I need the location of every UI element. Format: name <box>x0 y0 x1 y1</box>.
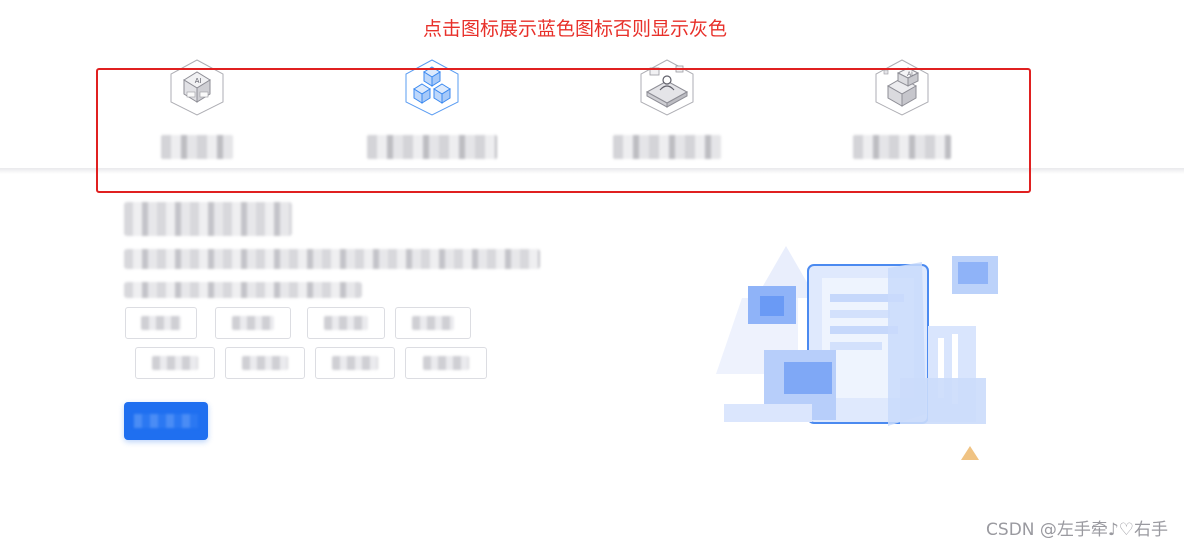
tag-item[interactable] <box>315 347 395 379</box>
tag-label <box>242 356 288 370</box>
page: 点击图标展示蓝色图标否则显示灰色 AI AI CSDN @左手牵♪♡右手 <box>0 0 1184 549</box>
tag-item[interactable] <box>225 347 305 379</box>
highlight-annotation-box <box>96 68 1031 193</box>
tag-item[interactable] <box>395 307 471 339</box>
tag-item[interactable] <box>405 347 487 379</box>
tag-item[interactable] <box>135 347 215 379</box>
content-description-line1 <box>124 249 540 269</box>
content-description-line2 <box>124 282 362 298</box>
watermark: CSDN @左手牵♪♡右手 <box>986 520 1168 540</box>
cta-button[interactable] <box>124 402 208 440</box>
tag-label <box>152 356 198 370</box>
tag-item[interactable] <box>125 307 197 339</box>
annotation-text: 点击图标展示蓝色图标否则显示灰色 <box>422 18 727 40</box>
tag-label <box>422 356 470 370</box>
tag-item[interactable] <box>215 307 291 339</box>
tag-label <box>231 316 275 330</box>
tag-label <box>323 316 369 330</box>
tag-label <box>411 316 455 330</box>
tag-label <box>140 316 182 330</box>
tag-item[interactable] <box>307 307 385 339</box>
hero-illustration <box>716 246 998 460</box>
content-title <box>124 202 292 236</box>
tag-label <box>332 356 378 370</box>
